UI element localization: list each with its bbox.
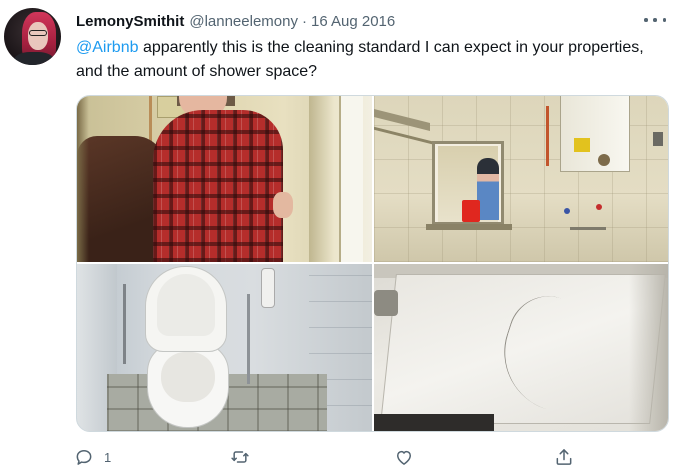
tweet-date[interactable]: 16 Aug 2016	[311, 13, 395, 30]
reply-count: 1	[104, 449, 112, 465]
photo-element	[596, 204, 602, 210]
photo-toilet[interactable]	[77, 264, 372, 431]
more-options-icon[interactable]	[644, 12, 666, 28]
photo-shower-tray[interactable]	[374, 264, 668, 431]
photo-element	[374, 290, 398, 316]
photo-element	[77, 96, 89, 262]
photo-element	[247, 294, 250, 384]
header-separator: ·	[301, 12, 307, 30]
photo-element	[598, 154, 610, 166]
share-button[interactable]	[554, 440, 574, 474]
reply-bubble-icon	[76, 450, 92, 465]
photo-element	[77, 136, 165, 262]
avatar[interactable]	[4, 8, 61, 65]
photo-element	[570, 216, 606, 230]
photo-element	[574, 138, 590, 152]
tweet-body: apparently this is the cleaning standard…	[76, 39, 644, 80]
photo-element	[560, 96, 630, 172]
mention-link[interactable]: @Airbnb	[76, 39, 139, 56]
photo-element	[374, 414, 494, 431]
more-dot	[653, 18, 657, 22]
photo-mirror-water-heater[interactable]	[374, 96, 668, 262]
photo-element	[339, 96, 363, 262]
photo-element	[629, 264, 668, 431]
more-dot	[644, 18, 648, 22]
tweet-header: LemonySmithit @lanneelemony · 16 Aug 201…	[76, 10, 660, 32]
tweet-actions: 1	[60, 440, 620, 474]
avatar-glasses	[29, 30, 47, 36]
photo-element	[153, 110, 283, 262]
avatar-shirt	[14, 52, 54, 65]
share-upload-icon	[556, 449, 572, 465]
author-handle[interactable]: @lanneelemony	[189, 13, 298, 30]
photo-man-plaid-shirt[interactable]	[77, 96, 372, 262]
media-grid	[76, 95, 669, 432]
reply-button[interactable]: 1	[74, 440, 111, 474]
photo-element	[273, 192, 293, 218]
photo-element	[653, 132, 663, 146]
photo-element	[426, 224, 512, 230]
photo-element	[157, 274, 215, 336]
photo-element	[261, 268, 275, 308]
photo-element	[477, 158, 499, 220]
avatar-face	[28, 22, 48, 50]
retweet-icon	[231, 451, 249, 463]
author-display-name[interactable]: LemonySmithit	[76, 13, 184, 30]
photo-element	[123, 284, 126, 364]
tweet[interactable]: LemonySmithit @lanneelemony · 16 Aug 201…	[0, 0, 680, 476]
tweet-text: @Airbnb apparently this is the cleaning …	[76, 36, 666, 84]
photo-element	[462, 200, 480, 222]
heart-icon	[397, 450, 411, 465]
retweet-button[interactable]	[230, 440, 260, 474]
photo-element	[161, 352, 215, 402]
photo-element	[564, 208, 570, 214]
more-dot	[662, 18, 666, 22]
like-button[interactable]	[394, 440, 424, 474]
photo-element	[546, 106, 549, 166]
